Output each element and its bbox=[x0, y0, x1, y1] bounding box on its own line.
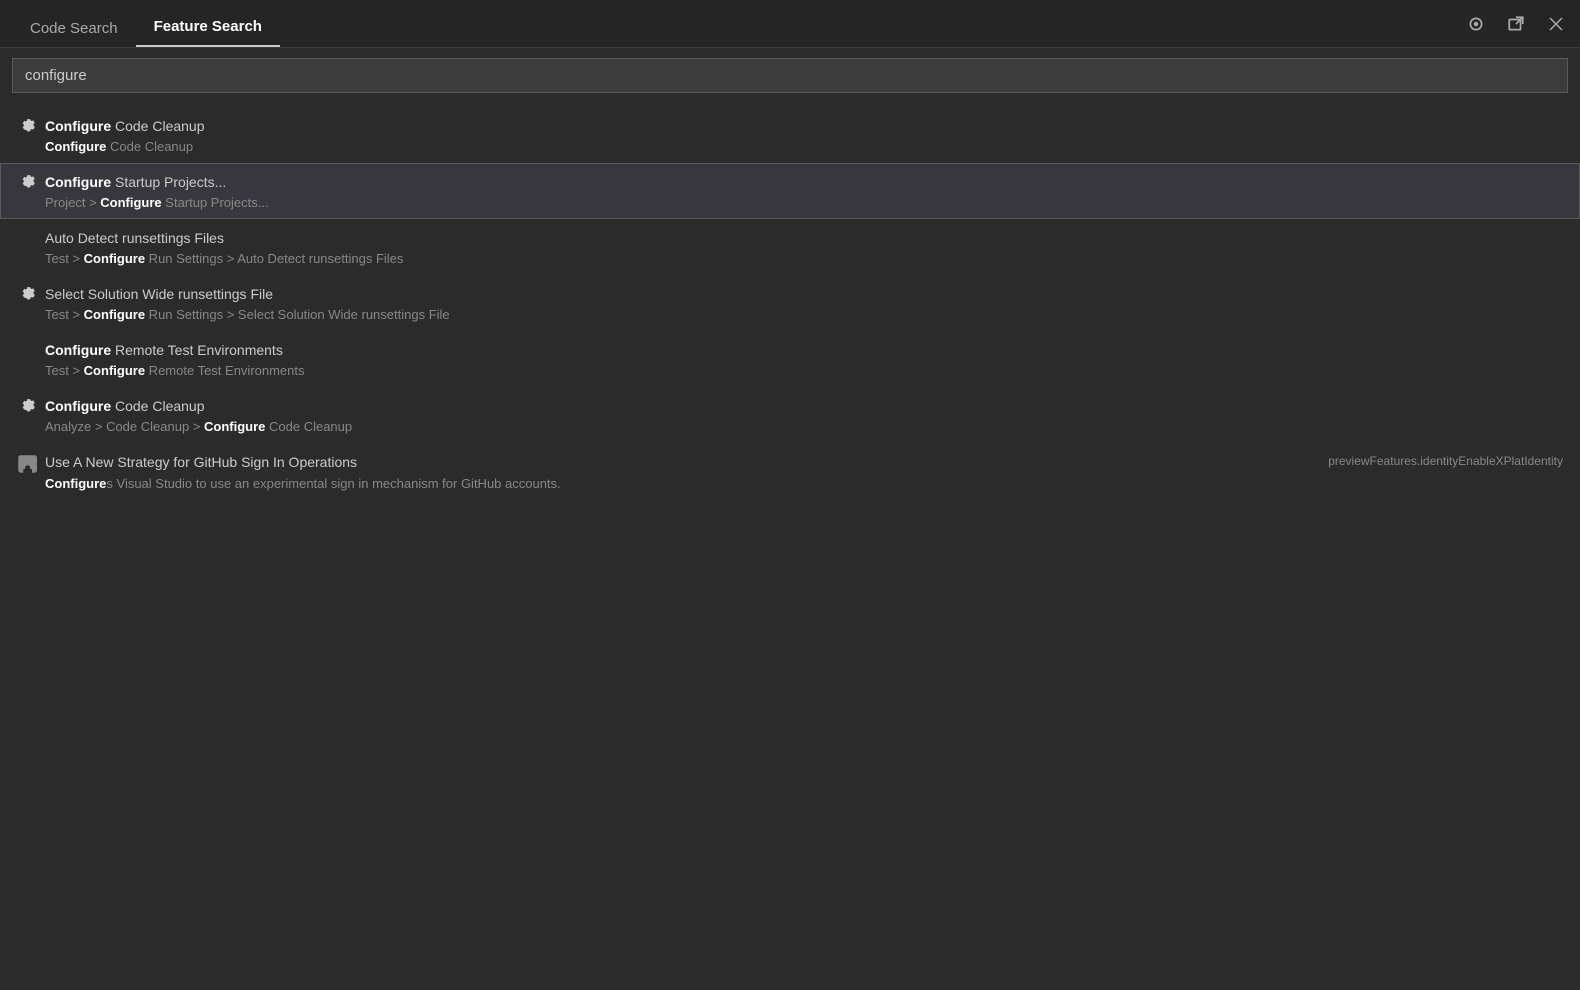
popout-icon[interactable] bbox=[1504, 12, 1528, 36]
search-container: configure bbox=[0, 48, 1580, 103]
preview-feature-tag: previewFeatures.identityEnableXPlatIdent… bbox=[1328, 452, 1563, 470]
list-item[interactable]: Configure Remote Test Environments Test … bbox=[0, 331, 1580, 387]
gear-icon bbox=[17, 285, 37, 305]
gear-icon bbox=[17, 117, 37, 137]
list-item[interactable]: Configure Code Cleanup Configure Code Cl… bbox=[0, 107, 1580, 163]
no-icon bbox=[17, 341, 37, 361]
tab-feature-search[interactable]: Feature Search bbox=[136, 0, 280, 47]
close-icon[interactable] bbox=[1544, 12, 1568, 36]
tab-code-search[interactable]: Code Search bbox=[12, 0, 136, 47]
results-list: Configure Code Cleanup Configure Code Cl… bbox=[0, 103, 1580, 990]
main-window: Code Search Feature Search bbox=[0, 0, 1580, 990]
github-icon bbox=[17, 454, 37, 474]
search-input[interactable]: configure bbox=[12, 58, 1568, 93]
window-controls bbox=[1464, 12, 1568, 36]
gear-icon bbox=[17, 173, 37, 193]
gear-icon bbox=[17, 397, 37, 417]
tab-bar: Code Search Feature Search bbox=[0, 0, 1580, 48]
list-item[interactable]: Auto Detect runsettings Files Test > Con… bbox=[0, 219, 1580, 275]
list-item[interactable]: Configure Code Cleanup Analyze > Code Cl… bbox=[0, 387, 1580, 443]
list-item[interactable]: Use A New Strategy for GitHub Sign In Op… bbox=[0, 443, 1580, 500]
preview-icon[interactable] bbox=[1464, 12, 1488, 36]
no-icon bbox=[17, 229, 37, 249]
list-item[interactable]: Select Solution Wide runsettings File Te… bbox=[0, 275, 1580, 331]
list-item[interactable]: Configure Startup Projects... Project > … bbox=[0, 163, 1580, 219]
